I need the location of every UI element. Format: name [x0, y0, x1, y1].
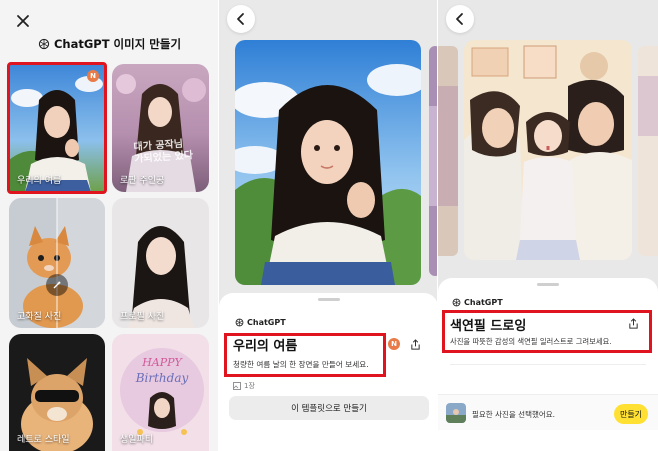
- selection-status-text: 필요한 사진을 선택했어요.: [472, 410, 556, 419]
- template-preview-image: [235, 40, 421, 285]
- cake-text-birthday: Birthday: [135, 371, 189, 385]
- template-tile-profile[interactable]: 프로필 사진: [112, 198, 209, 328]
- share-icon: [628, 317, 638, 329]
- template-detail-pencil-screen: ChatGPT 색연필 드로잉 사진을 따뜻한 감성의 색연필 일러스트로 그려…: [438, 0, 658, 451]
- image-icon: [233, 382, 241, 390]
- new-badge: N: [388, 338, 400, 350]
- tile-label: 레트로 스타일: [17, 435, 70, 445]
- use-template-button[interactable]: 이 템플릿으로 만들기: [229, 396, 429, 420]
- image-count-text: 1장: [244, 382, 255, 390]
- chevron-left-icon: [456, 13, 463, 25]
- template-tile-summer[interactable]: N 우리의 여름: [7, 62, 107, 194]
- openai-logo-icon: [38, 38, 50, 50]
- photo-select-bar: 필요한 사진을 선택했어요. 만들기: [438, 394, 658, 430]
- sheet-drag-handle[interactable]: [317, 298, 340, 301]
- template-description: 청량한 여름 날의 한 장면을 만들어 보세요.: [233, 360, 369, 369]
- template-info-sheet: ChatGPT 우리의 여름 청량한 여름 날의 한 장면을 만들어 보세요. …: [219, 293, 438, 451]
- screenshot-collage: ChatGPT 이미지 만들기 N 우리의 여름 대가 공작님 가되었는 있다 …: [0, 0, 658, 451]
- selected-photo-thumbnail[interactable]: [446, 403, 466, 423]
- template-tile-birthday[interactable]: HAPPY Birthday 생일파티: [112, 334, 209, 451]
- share-icon: [410, 338, 420, 350]
- back-button[interactable]: [446, 5, 474, 33]
- image-count: 1장: [233, 381, 255, 391]
- previous-template-peek[interactable]: [438, 46, 458, 256]
- back-button[interactable]: [227, 5, 255, 33]
- template-tile-hires[interactable]: 고화질 사진: [9, 198, 105, 328]
- tile-label: 생일파티: [120, 435, 154, 445]
- template-description: 사진을 따뜻한 감성의 색연필 일러스트로 그려보세요.: [450, 337, 612, 346]
- template-tile-retro[interactable]: 레트로 스타일: [9, 334, 105, 451]
- template-tile-romance[interactable]: 대가 공작님 가되었는 있다 로판 주인공: [112, 64, 209, 192]
- magic-wand-icon: [46, 274, 68, 296]
- share-button[interactable]: [626, 316, 640, 330]
- brand-text: ChatGPT: [247, 318, 286, 327]
- gallery-header: ChatGPT 이미지 만들기: [0, 0, 219, 58]
- template-detail-summer-screen: ChatGPT 우리의 여름 청량한 여름 날의 한 장면을 만들어 보세요. …: [219, 0, 438, 451]
- template-gallery-screen: ChatGPT 이미지 만들기 N 우리의 여름 대가 공작님 가되었는 있다 …: [0, 0, 219, 451]
- brand-label: ChatGPT: [452, 298, 503, 307]
- sheet-drag-handle[interactable]: [537, 283, 559, 286]
- tile-label: 우리의 여름: [17, 176, 62, 186]
- gallery-title: ChatGPT 이미지 만들기: [0, 36, 219, 52]
- tile-label: 로판 주인공: [120, 176, 165, 186]
- create-button[interactable]: 만들기: [614, 404, 648, 424]
- tile-label: 프로필 사진: [120, 312, 165, 322]
- brand-label: ChatGPT: [235, 318, 286, 327]
- template-title: 색연필 드로잉: [450, 319, 527, 334]
- template-title: 우리의 여름: [233, 339, 298, 354]
- cake-text-happy: HAPPY: [141, 356, 183, 369]
- close-icon[interactable]: [10, 8, 36, 34]
- tile-overlay-text: 대가 공작님 가되었는 있다: [133, 138, 194, 166]
- next-template-peek[interactable]: [638, 46, 658, 256]
- new-badge: N: [87, 70, 99, 82]
- openai-logo-icon: [452, 298, 461, 307]
- brand-text: ChatGPT: [464, 298, 503, 307]
- separator-line: [450, 364, 646, 365]
- tile-label: 고화질 사진: [17, 312, 62, 322]
- share-button[interactable]: [408, 337, 422, 351]
- chevron-left-icon: [237, 13, 244, 25]
- openai-logo-icon: [235, 318, 244, 327]
- template-preview-image: [464, 40, 632, 260]
- gallery-title-text: ChatGPT 이미지 만들기: [53, 37, 182, 51]
